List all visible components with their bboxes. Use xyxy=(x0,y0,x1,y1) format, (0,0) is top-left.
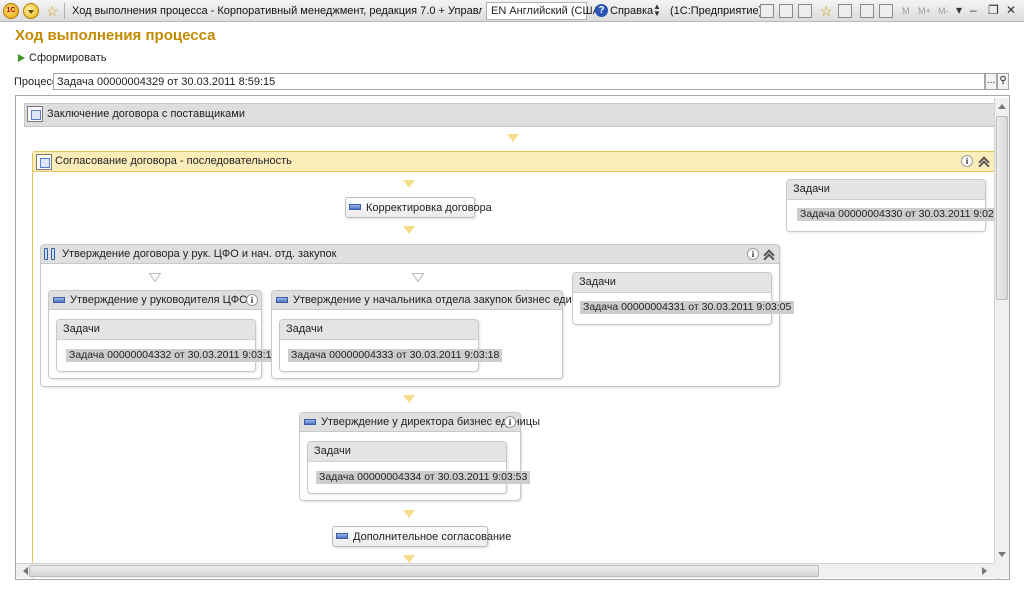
tasks-header: Задачи xyxy=(308,442,506,462)
select-button[interactable]: ... xyxy=(985,73,997,90)
task-correction-label: Корректировка договора xyxy=(366,202,492,214)
calendar-icon[interactable] xyxy=(879,4,893,18)
tasks-header: Задачи xyxy=(280,320,478,340)
close-icon[interactable]: ✕ xyxy=(1006,3,1016,17)
flow-arrow xyxy=(403,395,415,403)
scroll-left-icon[interactable] xyxy=(19,567,28,575)
scroll-right-icon[interactable] xyxy=(982,567,991,575)
tasks-header: Задачи xyxy=(573,273,771,293)
task-icon xyxy=(349,204,361,210)
toolbar-separator xyxy=(64,3,65,19)
flow-arrow xyxy=(403,555,415,563)
collapse-icon[interactable] xyxy=(978,155,990,167)
title-bar: 1С ☆ Ход выполнения процесса - Корпорати… xyxy=(0,0,1024,22)
info-icon[interactable]: i xyxy=(504,416,516,428)
info-icon[interactable]: i xyxy=(961,155,973,167)
task-icon xyxy=(304,419,316,425)
favorites-star-icon[interactable]: ☆ xyxy=(46,3,59,19)
scroll-down-icon[interactable] xyxy=(998,552,1006,561)
vertical-scroll-thumb[interactable] xyxy=(996,116,1008,300)
flow-arrow xyxy=(149,273,161,282)
window-title: Ход выполнения процесса - Корпоративный … xyxy=(72,5,482,17)
extra-approval-label: Дополнительное согласование xyxy=(353,531,512,543)
help-icon[interactable]: ? xyxy=(595,4,608,17)
stage-title: Заключение договора с поставщиками xyxy=(47,108,245,120)
save-icon[interactable] xyxy=(760,4,774,18)
sequence-group-title: Согласование договора - последовательнос… xyxy=(55,155,292,167)
minimize-icon[interactable]: – xyxy=(970,3,977,17)
horizontal-scroll-thumb[interactable] xyxy=(29,565,819,577)
task-link-4331[interactable]: Задача 00000004331 от 30.03.2011 9:03:05 xyxy=(580,301,795,314)
scroll-corner xyxy=(994,563,1009,578)
calculator-icon[interactable] xyxy=(860,4,874,18)
form-button[interactable]: Сформировать xyxy=(18,52,107,64)
parallel-icon xyxy=(44,247,58,261)
memory-m-button[interactable]: M xyxy=(902,6,910,16)
restore-icon[interactable]: ❐ xyxy=(988,3,999,17)
preview-icon[interactable] xyxy=(798,4,812,18)
diagram-frame: Заключение договора с поставщиками Согла… xyxy=(15,95,1010,580)
task-icon xyxy=(276,297,288,303)
horizontal-scrollbar[interactable] xyxy=(16,563,994,578)
task-icon xyxy=(53,297,65,303)
vertical-scrollbar[interactable] xyxy=(994,98,1009,563)
scroll-up-icon[interactable] xyxy=(998,100,1006,109)
history-icon[interactable] xyxy=(838,4,852,18)
flow-arrow xyxy=(507,134,519,142)
approve-cfo-title: Утверждение у руководителя ЦФО xyxy=(70,294,248,306)
app-label: (1С:Предприятие) xyxy=(670,5,763,17)
task-link-4334[interactable]: Задача 00000004334 от 30.03.2011 9:03:53 xyxy=(316,471,531,484)
flow-arrow xyxy=(403,180,415,188)
print-icon[interactable] xyxy=(779,4,793,18)
task-link-4333[interactable]: Задача 00000004333 от 30.03.2011 9:03:18 xyxy=(288,349,503,362)
main-menu-icon[interactable] xyxy=(23,3,39,19)
page-title: Ход выполнения процесса xyxy=(15,27,216,44)
collapse-icon[interactable] xyxy=(763,248,775,260)
approve-purchase-title: Утверждение у начальника отдела закупок … xyxy=(293,294,599,306)
memory-mplus-button[interactable]: M+ xyxy=(918,6,931,16)
task-link-4330[interactable]: Задача 00000004330 от 30.03.2011 9:02:52 xyxy=(797,208,1009,221)
info-icon[interactable]: i xyxy=(747,248,759,260)
updown-icon[interactable]: ▲ ▼ xyxy=(653,3,661,18)
stage-icon xyxy=(27,106,43,122)
language-indicator[interactable]: EN Английский (США) xyxy=(486,2,604,20)
help-label[interactable]: Справка xyxy=(610,5,653,17)
dropdown-icon[interactable]: ▾ xyxy=(956,3,962,17)
info-icon[interactable]: i xyxy=(246,294,258,306)
memory-mminus-button[interactable]: M- xyxy=(938,6,949,16)
form-button-label: Сформировать xyxy=(29,52,107,64)
parallel-group-title: Утверждение договора у рук. ЦФО и нач. о… xyxy=(62,248,337,260)
play-icon xyxy=(18,54,25,62)
tasks-header: Задачи xyxy=(787,180,985,200)
flow-arrow xyxy=(412,273,424,282)
app-logo-icon[interactable]: 1С xyxy=(3,3,19,19)
task-icon xyxy=(336,533,348,539)
search-icon[interactable]: ⚲ xyxy=(997,73,1009,90)
tasks-header: Задачи xyxy=(57,320,255,340)
sequence-icon xyxy=(36,154,52,170)
process-field[interactable]: Задача 00000004329 от 30.03.2011 8:59:15 xyxy=(53,73,985,90)
flow-arrow xyxy=(403,510,415,518)
add-favorite-icon[interactable]: ☆ xyxy=(820,3,833,19)
task-link-4332[interactable]: Задача 00000004332 от 30.03.2011 9:03:15 xyxy=(66,349,281,362)
flow-arrow xyxy=(403,226,415,234)
